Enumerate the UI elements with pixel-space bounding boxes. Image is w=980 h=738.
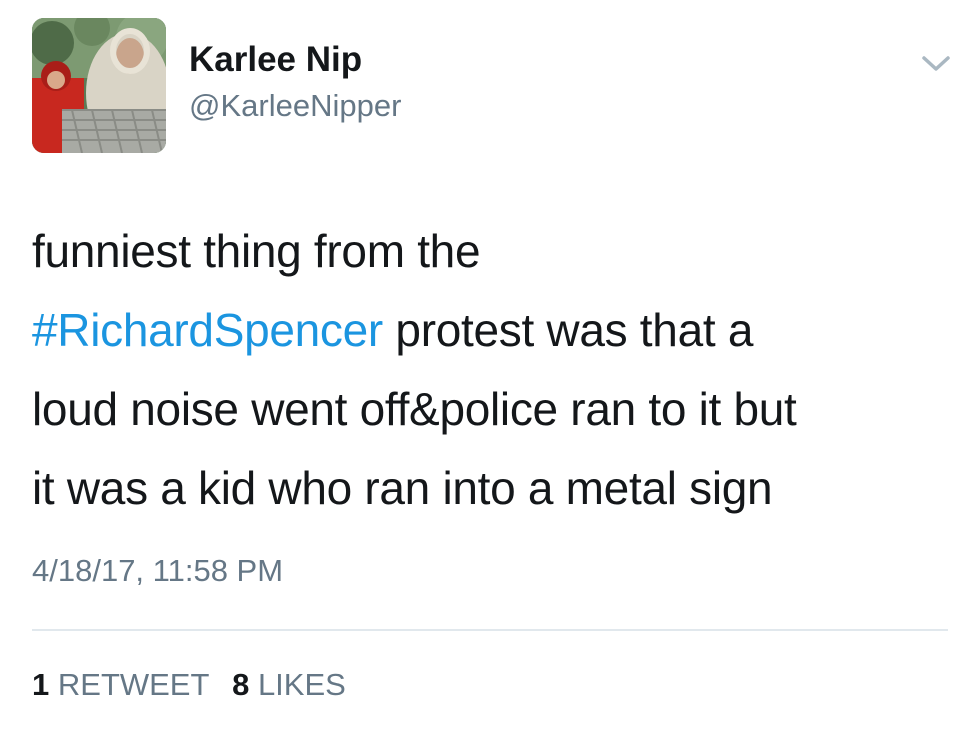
tweet-text-segment: protest was that a [382,304,754,356]
user-handle[interactable]: @KarleeNipper [189,88,401,124]
tweet-timestamp[interactable]: 4/18/17, 11:58 PM [32,553,283,589]
avatar-image [32,18,166,153]
display-name[interactable]: Karlee Nip [189,40,362,80]
hashtag-link[interactable]: #RichardSpencer [32,304,383,356]
divider [32,629,948,631]
likes-stat[interactable]: 8 LIKES [232,667,346,702]
retweets-count: 1 [32,667,50,702]
tweet-card: Karlee Nip @KarleeNipper funniest thing … [0,0,980,738]
retweets-stat[interactable]: 1 RETWEET [32,667,209,702]
likes-count: 8 [232,667,250,702]
tweet-text-line: loud noise went off&police ran to it but [32,370,962,449]
tweet-text-line: it was a kid who ran into a metal sign [32,449,962,528]
tweet-text-segment: loud noise went off&police ran to it but [32,383,797,435]
retweets-label: RETWEET [57,667,210,702]
chevron-down-icon[interactable] [916,50,956,76]
likes-label: LIKES [257,667,346,702]
tweet-text-line: #RichardSpencer protest was that a [32,291,962,370]
avatar[interactable] [32,18,166,153]
tweet-text: funniest thing from the #RichardSpencer … [32,212,962,528]
tweet-stats: 1 RETWEET 8 LIKES [32,667,360,703]
tweet-text-segment: funniest thing from the [32,225,481,277]
tweet-text-segment: it was a kid who ran into a metal sign [32,462,773,514]
tweet-text-line: funniest thing from the [32,212,962,291]
